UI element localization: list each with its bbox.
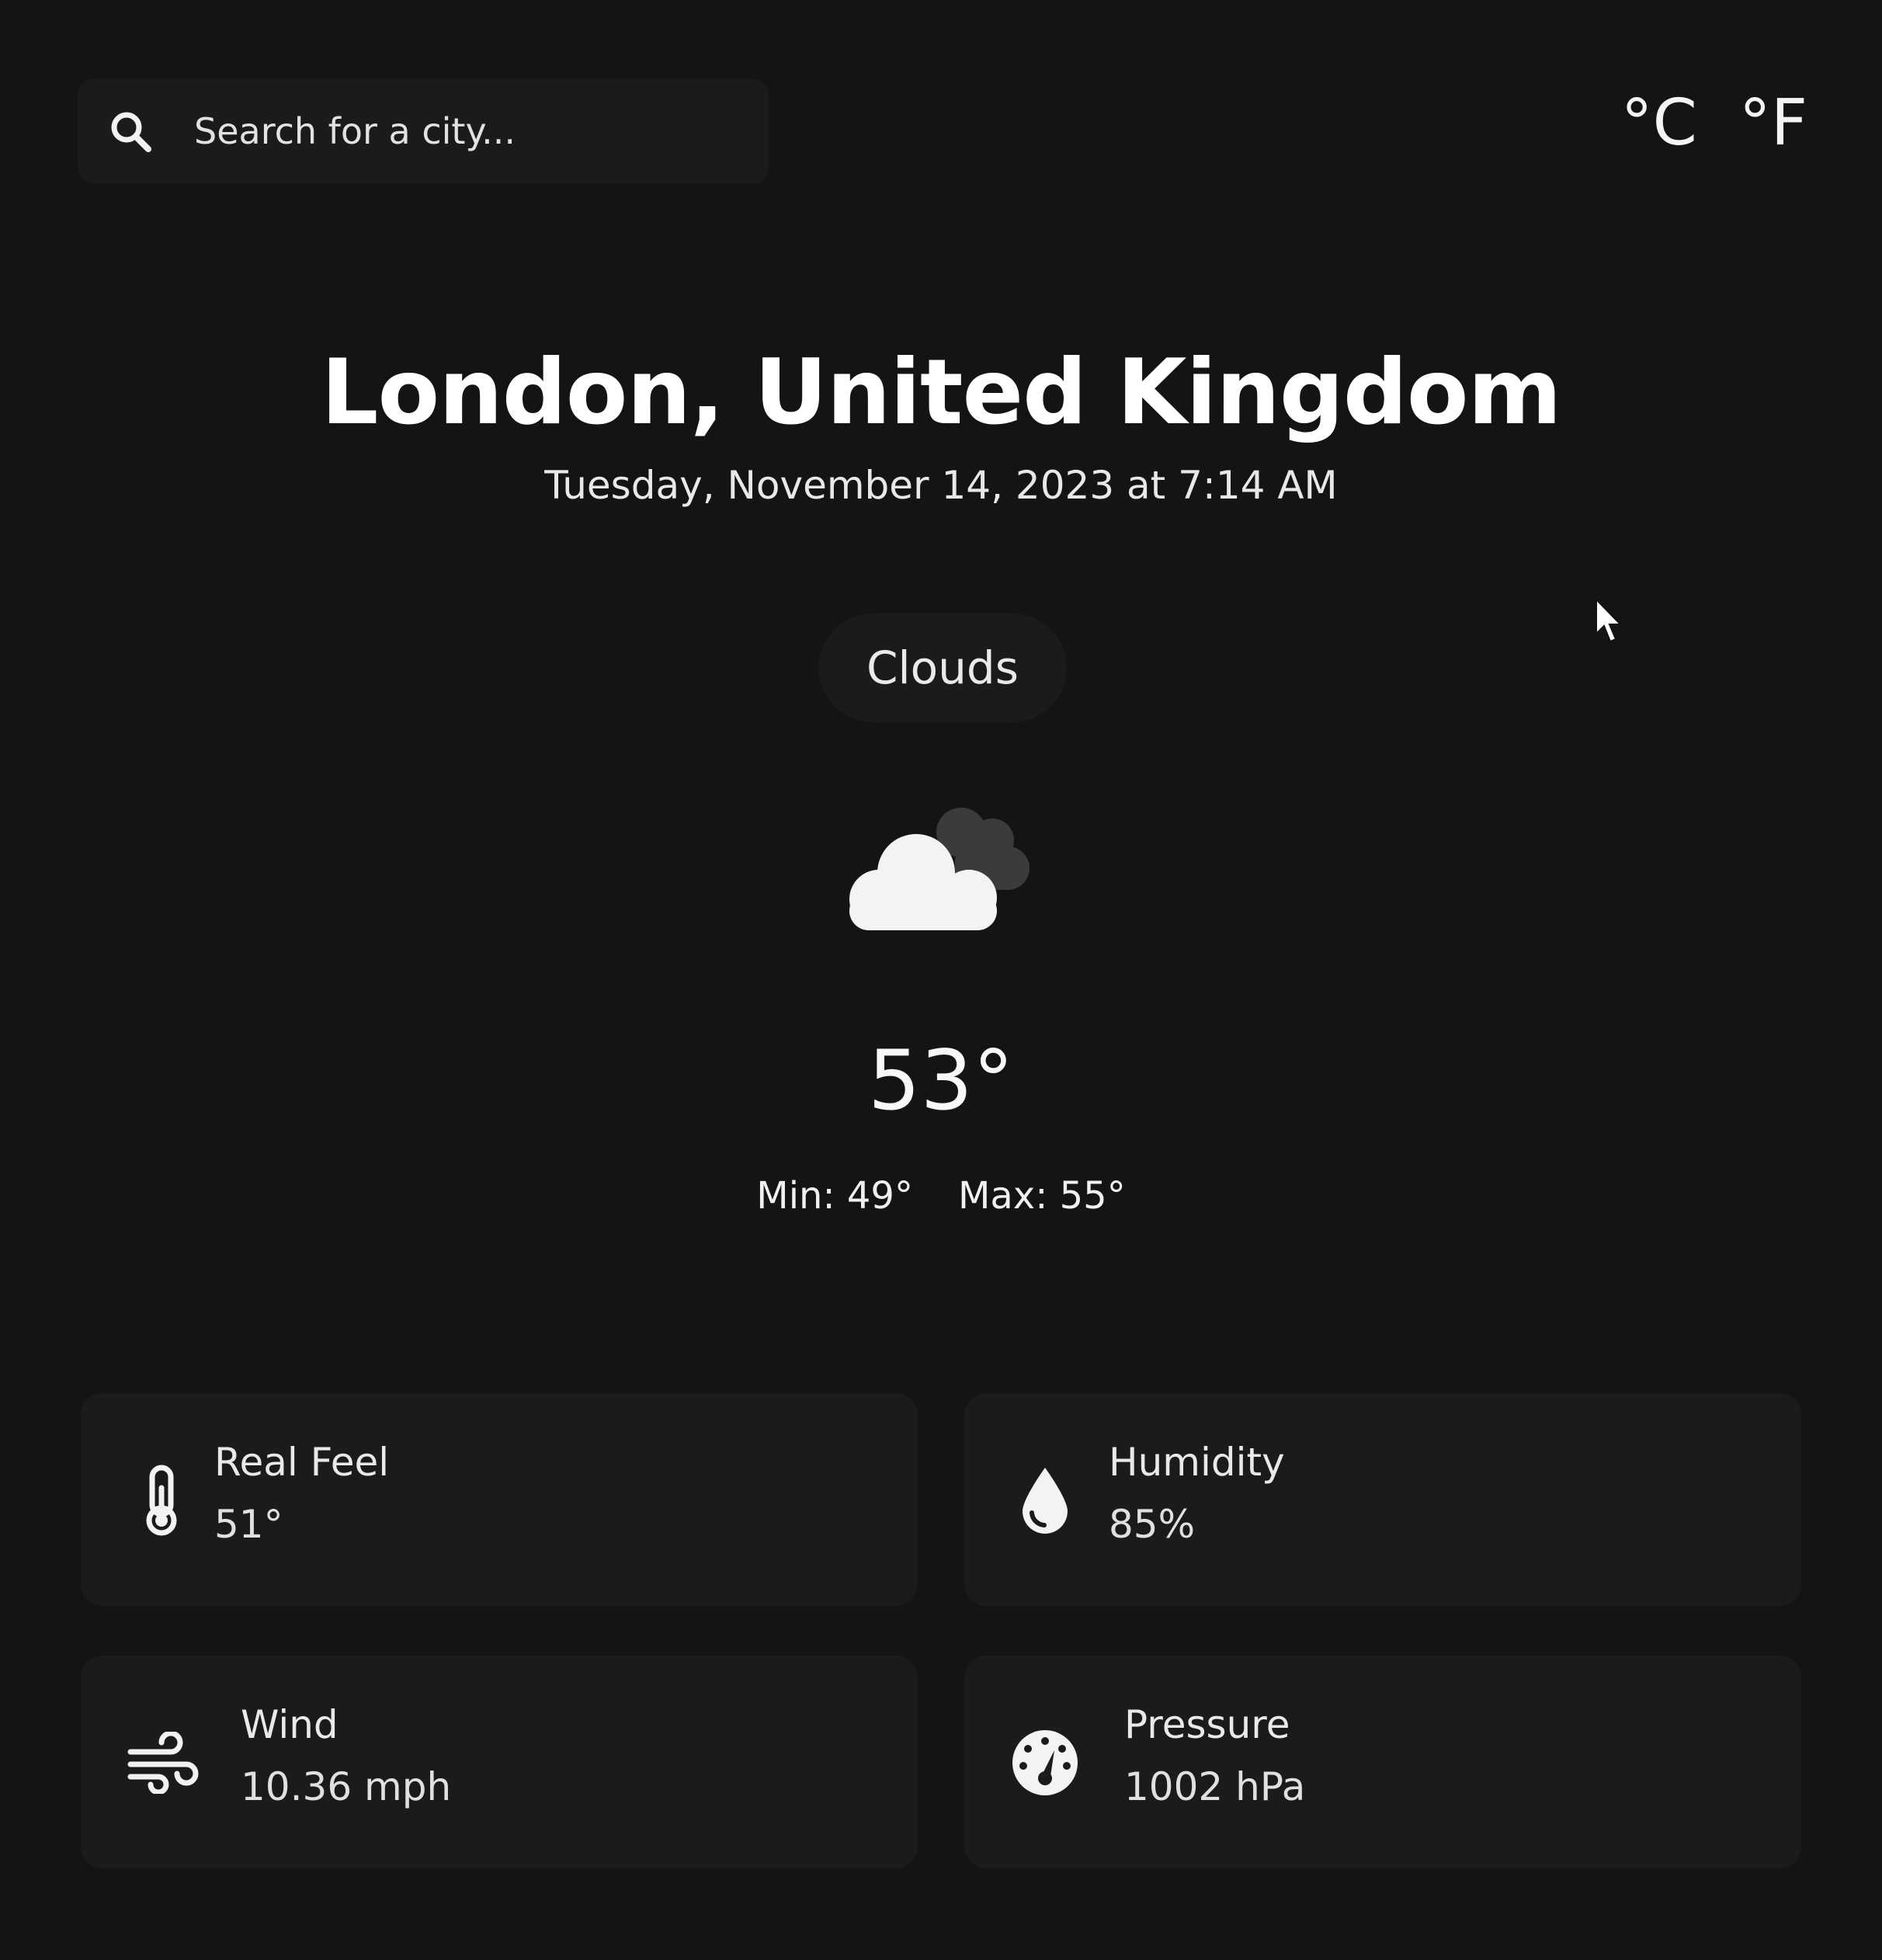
condition-badge: Clouds xyxy=(818,613,1067,722)
local-datetime: Tuesday, November 14, 2023 at 7:14 AM xyxy=(544,463,1338,508)
weather-app: °C °F London, United Kingdom Tuesday, No… xyxy=(0,0,1882,1960)
fahrenheit-button[interactable]: °F xyxy=(1739,92,1807,155)
gauge-icon xyxy=(1008,1725,1082,1800)
real-feel-card: Real Feel 51° xyxy=(81,1393,918,1606)
cloud-icon xyxy=(839,800,1048,940)
wind-card: Wind 10.36 mph xyxy=(81,1656,918,1868)
wind-value: 10.36 mph xyxy=(241,1764,452,1809)
celsius-button[interactable]: °C xyxy=(1621,92,1697,155)
pressure-card: Pressure 1002 hPa xyxy=(964,1656,1801,1868)
min-max-row: Min: 49° Max: 55° xyxy=(0,1174,1882,1218)
humidity-value: 85% xyxy=(1109,1502,1196,1547)
humidity-card: Humidity 85% xyxy=(964,1393,1801,1606)
real-feel-value: 51° xyxy=(214,1502,283,1547)
droplet-icon xyxy=(1008,1463,1082,1538)
search-bar[interactable] xyxy=(78,79,769,183)
wind-icon xyxy=(124,1725,199,1800)
real-feel-label: Real Feel xyxy=(214,1440,390,1485)
pressure-value: 1002 hPa xyxy=(1124,1764,1306,1809)
current-temperature: 53° xyxy=(868,1033,1014,1128)
search-input[interactable] xyxy=(193,109,693,153)
min-temperature: Min: 49° xyxy=(756,1174,913,1218)
unit-toggle: °C °F xyxy=(1621,92,1807,155)
mouse-cursor-icon xyxy=(1593,597,1624,645)
humidity-label: Humidity xyxy=(1109,1440,1285,1485)
wind-label: Wind xyxy=(241,1702,339,1747)
max-temperature: Max: 55° xyxy=(957,1174,1126,1218)
city-title: London, United Kingdom xyxy=(321,340,1562,445)
thermometer-icon xyxy=(124,1463,199,1538)
pressure-label: Pressure xyxy=(1124,1702,1290,1747)
search-icon[interactable] xyxy=(106,106,155,156)
